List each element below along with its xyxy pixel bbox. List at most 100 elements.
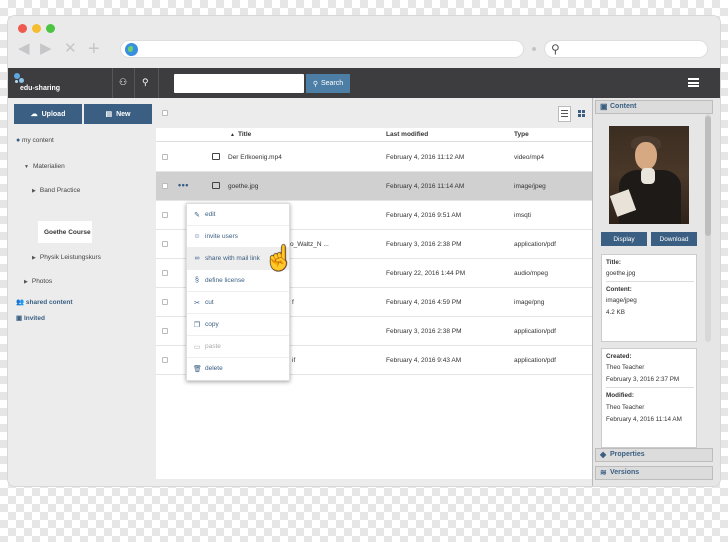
sidebar-item-goethe-course[interactable]: Goethe Course xyxy=(44,229,91,236)
row-title: goethe.jpg xyxy=(228,183,259,190)
sidebar-item-materialien[interactable]: ▼ Materialien xyxy=(24,163,65,170)
menu-item-edit[interactable]: ✎ edit xyxy=(187,204,289,226)
row-type: image/jpeg xyxy=(514,183,546,190)
pencil-icon: ✎ xyxy=(194,212,200,219)
caret-right-icon: ▶ xyxy=(24,279,28,285)
forward-icon[interactable]: ▶ xyxy=(40,40,52,58)
col-title[interactable]: Title xyxy=(238,131,251,138)
row-title: Der Erlkoenig.mp4 xyxy=(228,154,282,161)
display-button[interactable]: Display xyxy=(601,232,647,246)
close-window-button[interactable] xyxy=(18,24,27,33)
scissors-icon: ✂ xyxy=(194,300,200,307)
section-icon: § xyxy=(195,277,199,284)
hamburger-menu-icon[interactable] xyxy=(688,78,699,87)
sidebar-item-my-content[interactable]: ● my content xyxy=(16,137,54,144)
new-button[interactable]: ▤ New xyxy=(84,104,152,124)
row-type: application/pdf xyxy=(514,357,556,364)
row-checkbox[interactable] xyxy=(162,357,168,363)
preview-image xyxy=(609,126,689,224)
row-type: application/pdf xyxy=(514,328,556,335)
address-bar[interactable] xyxy=(120,40,524,58)
col-modified[interactable]: Last modified xyxy=(386,131,428,138)
users-icon: 👥 xyxy=(16,299,25,306)
sidebar-item-invited[interactable]: ▣ Invited xyxy=(16,314,45,322)
row-title: if xyxy=(292,357,296,364)
menu-item-define-license[interactable]: § define license xyxy=(187,270,289,292)
caret-right-icon: ▶ xyxy=(32,188,36,194)
content-header[interactable]: ▣ Content xyxy=(595,100,713,114)
caret-right-icon: ▶ xyxy=(32,255,36,261)
created-label: Created: xyxy=(606,353,632,360)
row-checkbox[interactable] xyxy=(162,183,168,189)
list-view-icon[interactable] xyxy=(558,106,571,122)
upload-button[interactable]: ☁ Upload xyxy=(14,104,82,124)
sidebar-item-label: shared content xyxy=(25,299,73,306)
row-checkbox[interactable] xyxy=(162,154,168,160)
sidebar-item-shared-content[interactable]: 👥 shared content xyxy=(16,298,73,306)
sidebar-item-band-practice[interactable]: ▶ Band Practice xyxy=(32,187,80,194)
stop-icon[interactable]: ✕ xyxy=(64,40,77,58)
browser-search-bar[interactable]: ⚲ xyxy=(544,40,708,58)
row-checkbox[interactable] xyxy=(162,241,168,247)
minimize-window-button[interactable] xyxy=(32,24,41,33)
sidebar-item-label: Materialien xyxy=(32,163,65,170)
context-menu: ✎ edit ☺ invite users ∞ share with mail … xyxy=(186,203,290,381)
content-header-label: Content xyxy=(610,103,637,110)
sidebar-item-physik[interactable]: ▶ Physik Leistungskurs xyxy=(32,254,101,261)
maximize-window-button[interactable] xyxy=(46,24,55,33)
row-modified: February 4, 2016 9:51 AM xyxy=(386,212,462,219)
more-options-icon[interactable]: ••• xyxy=(178,180,189,190)
row-type: audio/mpeg xyxy=(514,270,548,277)
new-button-label: New xyxy=(116,110,131,118)
row-checkbox[interactable] xyxy=(162,328,168,334)
content-type: image/jpeg xyxy=(606,297,637,304)
upload-button-label: Upload xyxy=(41,110,66,118)
clipboard-icon: ▭ xyxy=(193,344,201,351)
row-modified: February 4, 2016 9:43 AM xyxy=(386,357,462,364)
select-all-checkbox[interactable] xyxy=(162,110,168,116)
table-row[interactable]: Der Erlkoenig.mp4 February 4, 2016 11:12… xyxy=(156,143,592,172)
sort-asc-icon[interactable]: ▲ xyxy=(230,132,235,138)
browser-window: ◀ ▶ ✕ + ⚲ edu-sharing ⚇ ⚲ ⚲ Search ☁ Upl… xyxy=(8,16,720,486)
user-icon: ● xyxy=(16,137,21,144)
menu-item-cut[interactable]: ✂ cut xyxy=(187,292,289,314)
row-modified: February 22, 2016 1:44 PM xyxy=(386,270,466,277)
menu-item-label: delete xyxy=(205,365,223,372)
properties-header[interactable]: ◆ Properties xyxy=(595,448,713,462)
menu-item-label: share with mail link xyxy=(205,255,260,262)
properties-header-label: Properties xyxy=(610,451,645,458)
versions-header[interactable]: ≋ Versions xyxy=(595,466,713,480)
back-icon[interactable]: ◀ xyxy=(18,40,30,58)
menu-item-paste[interactable]: ▭ paste xyxy=(187,336,289,358)
row-checkbox[interactable] xyxy=(162,212,168,218)
modified-by: Theo Teacher xyxy=(606,404,645,411)
menu-item-label: cut xyxy=(205,299,214,306)
inbox-icon: ▣ xyxy=(16,315,23,322)
search-button[interactable]: ⚲ Search xyxy=(306,74,350,93)
panel-scrollbar-thumb[interactable] xyxy=(705,116,711,236)
menu-item-label: copy xyxy=(205,321,219,328)
menu-item-copy[interactable]: ❐ copy xyxy=(187,314,289,336)
search-icon: ⚲ xyxy=(551,42,560,56)
menu-item-delete[interactable]: 🗑 delete xyxy=(187,358,289,380)
sidebar-item-photos[interactable]: ▶ Photos xyxy=(24,278,52,285)
sidebar-item-label: Photos xyxy=(31,278,53,285)
sitemap-icon[interactable]: ⚇ xyxy=(119,77,127,88)
search-input[interactable] xyxy=(174,74,304,93)
app-header: edu-sharing ⚇ ⚲ ⚲ Search xyxy=(8,68,720,98)
search-icon[interactable]: ⚲ xyxy=(142,77,149,88)
col-type[interactable]: Type xyxy=(514,131,529,138)
menu-item-label: paste xyxy=(205,343,221,350)
sidebar-item-label: Goethe Course xyxy=(44,229,91,236)
row-type: imsqti xyxy=(514,212,531,219)
row-checkbox[interactable] xyxy=(162,270,168,276)
row-checkbox[interactable] xyxy=(162,299,168,305)
row-modified: February 4, 2016 11:12 AM xyxy=(386,154,465,161)
search-icon: ⚲ xyxy=(312,80,318,88)
details-panel: ▣ Content Display Download Title: goethe… xyxy=(592,98,720,486)
video-icon xyxy=(212,153,220,160)
grid-view-icon[interactable] xyxy=(576,106,589,122)
table-row[interactable]: ••• goethe.jpg February 4, 2016 11:14 AM… xyxy=(156,172,592,201)
download-button[interactable]: Download xyxy=(651,232,697,246)
new-tab-icon[interactable]: + xyxy=(88,39,100,59)
